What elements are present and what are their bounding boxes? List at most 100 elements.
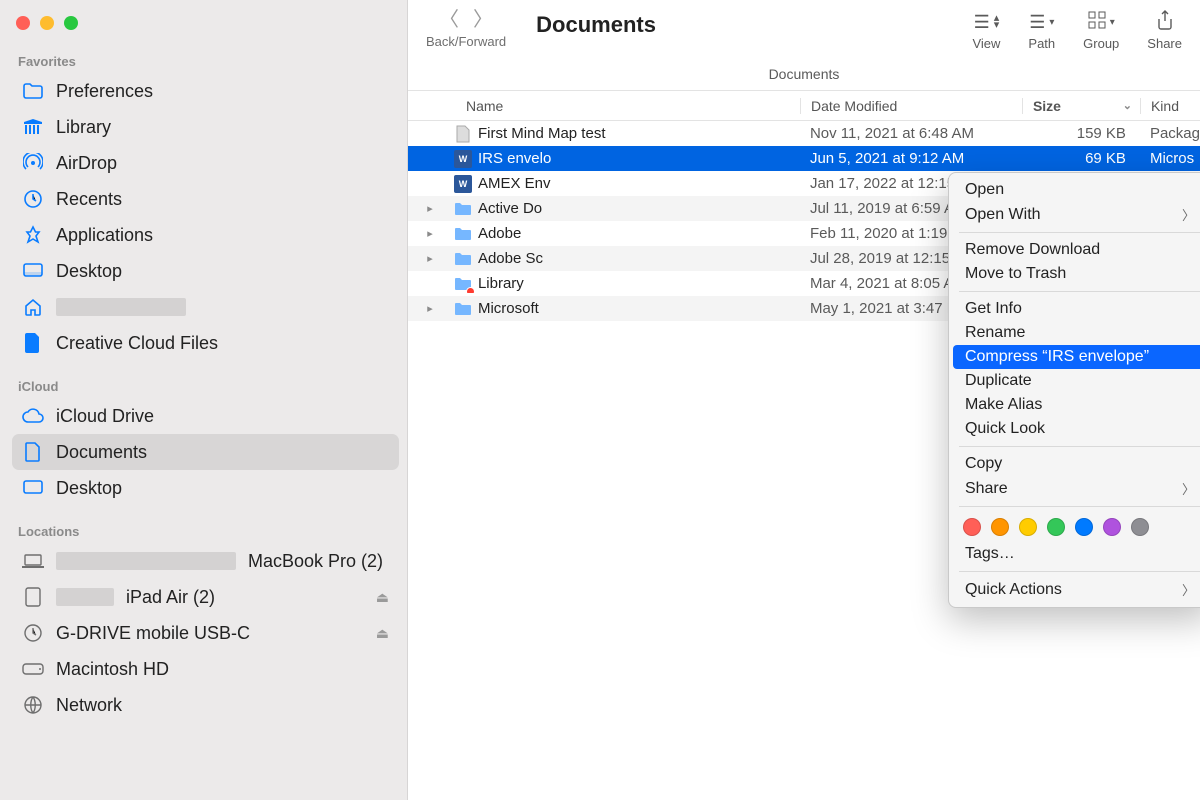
word-doc-icon: W [454, 175, 472, 193]
sidebar-item-ipad[interactable]: iPad Air (2) ⏏ [12, 579, 399, 615]
toolbar-share-button[interactable]: Share [1147, 10, 1182, 51]
timemachine-icon [22, 622, 44, 644]
sidebar-item-label: MacBook Pro (2) [248, 551, 383, 572]
file-size: 69 KB [1022, 150, 1140, 167]
close-window-button[interactable] [16, 16, 30, 30]
sidebar-item-desktop-icloud[interactable]: Desktop [12, 470, 399, 506]
path-bar[interactable]: Documents [408, 62, 1200, 90]
forward-icon[interactable]: 〉 [473, 10, 493, 30]
menu-compress[interactable]: Compress “IRS envelope” [953, 345, 1200, 369]
redacted-text [56, 552, 236, 570]
menu-remove-download[interactable]: Remove Download [949, 238, 1200, 262]
sidebar-item-airdrop[interactable]: AirDrop [12, 145, 399, 181]
toolbar-label: Share [1147, 36, 1182, 51]
ipad-icon [22, 586, 44, 608]
column-kind[interactable]: Kind [1140, 98, 1200, 114]
sidebar-item-recents[interactable]: Recents [12, 181, 399, 217]
minimize-window-button[interactable] [40, 16, 54, 30]
zoom-window-button[interactable] [64, 16, 78, 30]
sidebar-item-macintosh-hd[interactable]: Macintosh HD [12, 651, 399, 687]
list-icon: ☰ [974, 12, 990, 33]
sidebar-item-icloud-drive[interactable]: iCloud Drive [12, 398, 399, 434]
sidebar-item-documents[interactable]: Documents [12, 434, 399, 470]
disclosure-triangle-icon[interactable]: ▸ [424, 252, 436, 265]
sidebar-item-preferences[interactable]: Preferences [12, 73, 399, 109]
sidebar-item-home[interactable] [12, 289, 399, 325]
sidebar-item-label: G-DRIVE mobile USB-C [56, 623, 250, 644]
tag-color[interactable] [1019, 518, 1037, 536]
document-icon [454, 125, 472, 143]
disclosure-triangle-icon[interactable]: ▸ [424, 227, 436, 240]
sidebar-section-icloud: iCloud [12, 373, 399, 398]
nav-label: Back/Forward [426, 34, 506, 49]
column-size[interactable]: Size⌄ [1022, 98, 1140, 114]
sidebar-item-network[interactable]: Network [12, 687, 399, 723]
folder-icon [454, 200, 472, 218]
sidebar-item-desktop[interactable]: Desktop [12, 253, 399, 289]
tag-color[interactable] [1103, 518, 1121, 536]
share-icon [1157, 10, 1173, 35]
desktop-icon [22, 477, 44, 499]
toolbar-view-button[interactable]: ☰▴▾ View [972, 10, 1000, 51]
menu-open-with[interactable]: Open With〉 [949, 202, 1200, 227]
sidebar-item-creative-cloud[interactable]: Creative Cloud Files [12, 325, 399, 361]
tag-color[interactable] [1131, 518, 1149, 536]
menu-separator [959, 446, 1200, 447]
eject-icon[interactable]: ⏏ [376, 625, 389, 642]
menu-rename[interactable]: Rename [949, 321, 1200, 345]
tag-color[interactable] [1047, 518, 1065, 536]
disclosure-triangle-icon[interactable]: ▸ [424, 302, 436, 315]
file-name: Library [478, 275, 524, 292]
table-header: Name Date Modified Size⌄ Kind [408, 90, 1200, 121]
file-name: First Mind Map test [478, 125, 606, 142]
sidebar-section-locations: Locations [12, 518, 399, 543]
back-icon[interactable]: 〈 [439, 10, 459, 30]
nav-back-forward[interactable]: 〈 〉 Back/Forward [426, 10, 506, 49]
menu-duplicate[interactable]: Duplicate [949, 369, 1200, 393]
menu-share[interactable]: Share〉 [949, 476, 1200, 501]
sidebar-item-label: Documents [56, 442, 147, 463]
sidebar-item-applications[interactable]: Applications [12, 217, 399, 253]
menu-move-to-trash[interactable]: Move to Trash [949, 262, 1200, 286]
library-icon [22, 116, 44, 138]
tag-color[interactable] [991, 518, 1009, 536]
toolbar-path-button[interactable]: ☰▾ Path [1028, 10, 1055, 51]
column-date-modified[interactable]: Date Modified [800, 98, 1022, 114]
toolbar-label: Path [1028, 36, 1055, 51]
file-row[interactable]: First Mind Map testNov 11, 2021 at 6:48 … [408, 121, 1200, 146]
menu-open[interactable]: Open [949, 178, 1200, 202]
menu-copy[interactable]: Copy [949, 452, 1200, 476]
menu-tags[interactable]: Tags… [949, 542, 1200, 566]
tag-color[interactable] [1075, 518, 1093, 536]
main-content: 〈 〉 Back/Forward Documents ☰▴▾ View ☰▾ P… [408, 0, 1200, 800]
sidebar-item-macbook[interactable]: MacBook Pro (2) [12, 543, 399, 579]
eject-icon[interactable]: ⏏ [376, 589, 389, 606]
column-name[interactable]: Name [408, 98, 800, 114]
toolbar-label: View [972, 36, 1000, 51]
folder-icon [454, 300, 472, 318]
file-size: 159 KB [1022, 125, 1140, 142]
sidebar: Favorites Preferences Library AirDrop Re… [0, 0, 408, 800]
menu-quick-actions[interactable]: Quick Actions〉 [949, 577, 1200, 602]
menu-quick-look[interactable]: Quick Look [949, 417, 1200, 441]
toolbar-group-button[interactable]: ▾ Group [1083, 10, 1119, 51]
file-kind: Packag [1140, 125, 1200, 142]
document-icon [22, 441, 44, 463]
file-name: AMEX Env [478, 175, 551, 192]
disclosure-triangle-icon[interactable]: ▸ [424, 202, 436, 215]
menu-get-info[interactable]: Get Info [949, 297, 1200, 321]
file-name: Active Do [478, 200, 542, 217]
window-controls [12, 12, 399, 48]
tag-color[interactable] [963, 518, 981, 536]
menu-make-alias[interactable]: Make Alias [949, 393, 1200, 417]
sidebar-item-gdrive[interactable]: G-DRIVE mobile USB-C ⏏ [12, 615, 399, 651]
sidebar-item-library[interactable]: Library [12, 109, 399, 145]
sidebar-item-label: iPad Air (2) [126, 587, 215, 608]
sidebar-item-label: iCloud Drive [56, 406, 154, 427]
airdrop-icon [22, 152, 44, 174]
file-row[interactable]: WIRS enveloJun 5, 2021 at 9:12 AM69 KBMi… [408, 146, 1200, 171]
sidebar-item-label: Desktop [56, 261, 122, 282]
file-icon [22, 332, 44, 354]
chevron-right-icon: 〉 [1182, 205, 1195, 224]
clock-icon [22, 188, 44, 210]
